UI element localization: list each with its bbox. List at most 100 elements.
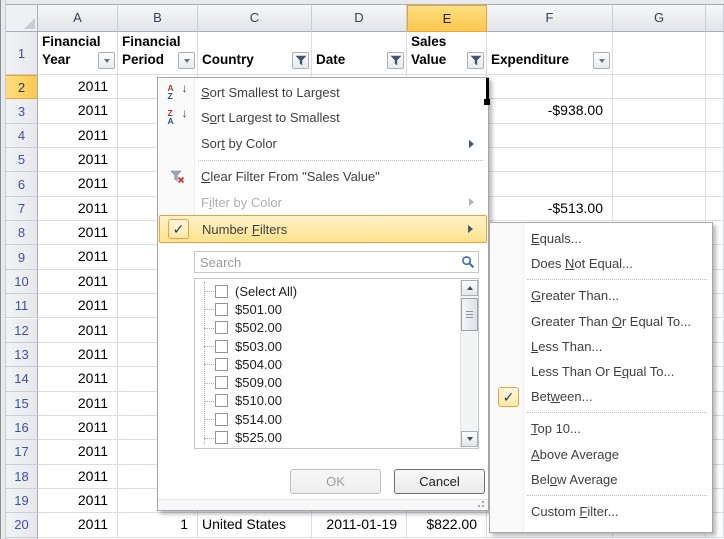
- cell-F6[interactable]: [487, 172, 613, 196]
- submenu-item-greater-than-or-equal-to[interactable]: Greater Than Or Equal To...: [491, 309, 711, 334]
- filter-button-sales-value[interactable]: [467, 52, 484, 69]
- row-header-17[interactable]: 17: [6, 440, 38, 464]
- filter-value-item[interactable]: $509.00: [195, 373, 459, 391]
- menu-item-sort-by-color[interactable]: Sort by Color: [159, 130, 487, 157]
- filter-value-checkbox[interactable]: [215, 303, 228, 316]
- scroll-down-button[interactable]: [461, 431, 478, 447]
- cell-A19[interactable]: 2011: [38, 489, 118, 513]
- cell-D20[interactable]: 2011-01-19: [312, 513, 407, 537]
- menu-item-number-filters[interactable]: ✓Number Filters: [159, 215, 487, 243]
- cell-H6[interactable]: [706, 172, 724, 196]
- cell-H7[interactable]: [706, 197, 724, 221]
- row-header-4[interactable]: 4: [6, 124, 38, 148]
- cell-G3[interactable]: [613, 99, 706, 123]
- submenu-item-above-average[interactable]: Above Average: [491, 442, 711, 467]
- submenu-item-custom-filter[interactable]: Custom Filter...: [491, 499, 711, 524]
- cell-A17[interactable]: 2011: [38, 440, 118, 464]
- filter-value-item[interactable]: $502.00: [195, 319, 459, 337]
- filter-value-item[interactable]: $503.00: [195, 337, 459, 355]
- cell-B20[interactable]: 1: [118, 513, 198, 537]
- menu-item-filter-by-color[interactable]: Filter by Color: [159, 189, 487, 215]
- filter-button-financial-year[interactable]: [98, 52, 115, 69]
- menu-item-sort-largest-to-smallest[interactable]: ZA↓Sort Largest to Smallest: [159, 105, 487, 130]
- cell-F3[interactable]: -$938.00: [487, 99, 613, 123]
- filter-value-item[interactable]: $525.00: [195, 428, 459, 446]
- row-header-18[interactable]: 18: [6, 465, 38, 489]
- column-header-D[interactable]: D: [312, 5, 407, 32]
- cell-F4[interactable]: [487, 124, 613, 148]
- cell-G2[interactable]: [613, 75, 706, 99]
- filter-value-item[interactable]: $510.00: [195, 392, 459, 410]
- filter-value-item[interactable]: $514.00: [195, 410, 459, 428]
- header-cell-H[interactable]: [706, 32, 724, 75]
- cell-H2[interactable]: [706, 75, 724, 99]
- select-all-corner[interactable]: [6, 5, 38, 32]
- submenu-item-top-10[interactable]: Top 10...: [491, 416, 711, 441]
- resize-grip-icon[interactable]: [473, 500, 485, 508]
- cell-C20[interactable]: United States: [198, 513, 312, 537]
- header-cell-C[interactable]: Country: [198, 32, 312, 75]
- cell-A2[interactable]: 2011: [38, 75, 118, 99]
- column-header-G[interactable]: G: [613, 5, 706, 32]
- column-header-H[interactable]: [706, 5, 724, 32]
- cell-G6[interactable]: [613, 172, 706, 196]
- row-header-8[interactable]: 8: [6, 221, 38, 245]
- row-header-20[interactable]: 20: [6, 513, 38, 537]
- row-header-10[interactable]: 10: [6, 270, 38, 294]
- cell-A7[interactable]: 2011: [38, 197, 118, 221]
- ok-button[interactable]: OK: [290, 469, 381, 494]
- row-header-13[interactable]: 13: [6, 343, 38, 367]
- submenu-item-does-not-equal[interactable]: Does Not Equal...: [491, 251, 711, 276]
- row-header-5[interactable]: 5: [6, 148, 38, 172]
- row-header-1[interactable]: 1: [6, 32, 38, 75]
- filter-value-checkbox[interactable]: [215, 321, 228, 334]
- cell-F7[interactable]: -$513.00: [487, 197, 613, 221]
- filter-value-checkbox[interactable]: [215, 431, 228, 444]
- listbox-scrollbar[interactable]: [460, 280, 477, 447]
- cell-A4[interactable]: 2011: [38, 124, 118, 148]
- column-header-E[interactable]: E: [407, 5, 487, 32]
- filter-value-checkbox[interactable]: [215, 376, 228, 389]
- submenu-item-less-than[interactable]: Less Than...: [491, 334, 711, 359]
- header-cell-F[interactable]: Expenditure: [487, 32, 613, 75]
- cell-A11[interactable]: 2011: [38, 294, 118, 318]
- filter-button-expenditure[interactable]: [593, 52, 610, 69]
- active-cell-fill-handle[interactable]: [484, 99, 490, 105]
- menu-item-clear-filter-from-sales-value[interactable]: Clear Filter From "Sales Value": [159, 164, 487, 189]
- cell-A13[interactable]: 2011: [38, 343, 118, 367]
- scrollbar-thumb[interactable]: [461, 298, 478, 331]
- column-header-C[interactable]: C: [198, 5, 312, 32]
- cell-A20[interactable]: 2011: [38, 513, 118, 537]
- menu-item-sort-smallest-to-largest[interactable]: AZ↓Sort Smallest to Largest: [159, 80, 487, 105]
- filter-value-checkbox[interactable]: [215, 394, 228, 407]
- filter-value-checkbox[interactable]: [215, 358, 228, 371]
- cancel-button[interactable]: Cancel: [394, 469, 485, 494]
- cell-G7[interactable]: [613, 197, 706, 221]
- header-cell-G[interactable]: [613, 32, 706, 75]
- row-header-12[interactable]: 12: [6, 319, 38, 343]
- cell-A16[interactable]: 2011: [38, 416, 118, 440]
- cell-E20[interactable]: $822.00: [407, 513, 487, 537]
- header-cell-D[interactable]: Date: [312, 32, 407, 75]
- row-header-19[interactable]: 19: [6, 489, 38, 513]
- row-header-6[interactable]: 6: [6, 172, 38, 196]
- search-input[interactable]: [194, 251, 479, 273]
- cell-A12[interactable]: 2011: [38, 319, 118, 343]
- header-cell-B[interactable]: FinancialPeriod: [118, 32, 198, 75]
- row-header-14[interactable]: 14: [6, 367, 38, 391]
- filter-button-country[interactable]: [292, 52, 309, 69]
- row-header-16[interactable]: 16: [6, 416, 38, 440]
- cell-A10[interactable]: 2011: [38, 270, 118, 294]
- filter-value-item[interactable]: $504.00: [195, 355, 459, 373]
- row-header-2[interactable]: 2: [6, 75, 38, 99]
- submenu-item-between[interactable]: ✓Between...: [491, 384, 711, 409]
- submenu-item-less-than-or-equal-to[interactable]: Less Than Or Equal To...: [491, 359, 711, 384]
- filter-button-financial-period[interactable]: [178, 52, 195, 69]
- submenu-item-equals[interactable]: Equals...: [491, 226, 711, 251]
- header-cell-A[interactable]: FinancialYear: [38, 32, 118, 75]
- row-header-11[interactable]: 11: [6, 294, 38, 318]
- filter-button-date[interactable]: [387, 52, 404, 69]
- filter-value-item[interactable]: $501.00: [195, 300, 459, 318]
- header-cell-E[interactable]: SalesValue: [407, 32, 487, 75]
- column-header-B[interactable]: B: [118, 5, 198, 32]
